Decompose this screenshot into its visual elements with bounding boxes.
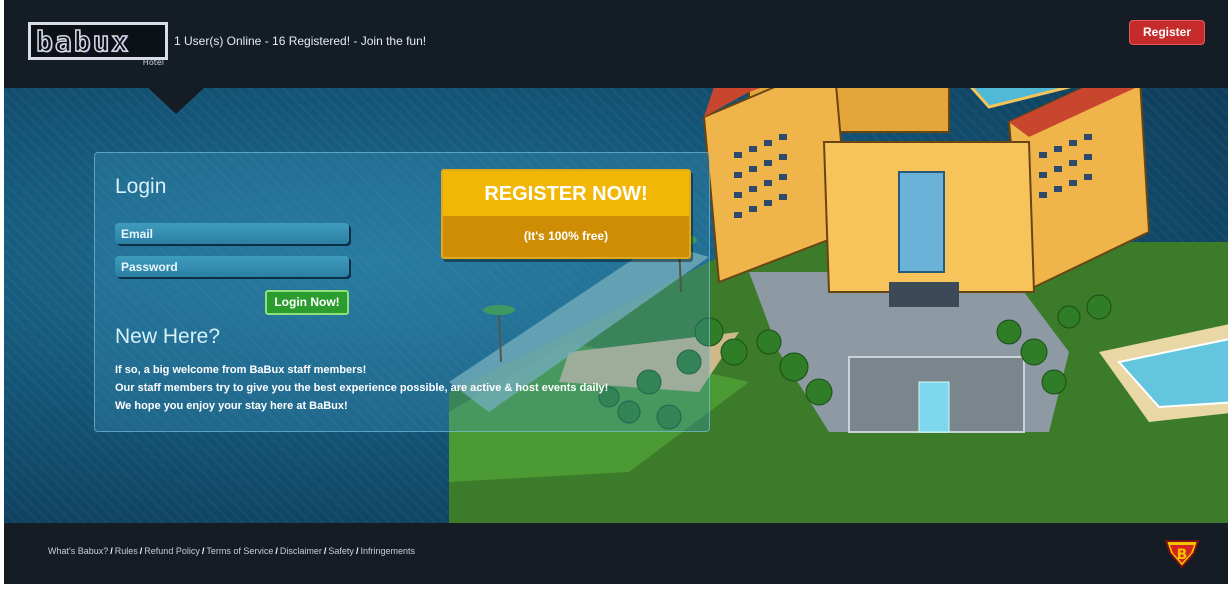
footer-link-safety[interactable]: Safety	[328, 546, 354, 556]
login-panel: Login Login Now! New Here? If so, a big …	[94, 152, 710, 432]
top-header: babux Hotel 1 User(s) Online - 16 Regist…	[4, 0, 1228, 88]
email-field[interactable]	[115, 223, 349, 244]
new-here-heading: New Here?	[115, 325, 221, 348]
footer-link-rules[interactable]: Rules	[115, 546, 138, 556]
babux-logo[interactable]: babux Hotel	[28, 22, 168, 67]
footer-link-refund-policy[interactable]: Refund Policy	[144, 546, 200, 556]
header-pointer	[146, 86, 206, 114]
register-now-title: REGISTER NOW!	[443, 171, 689, 216]
register-now-subtitle: (It's 100% free)	[523, 229, 609, 243]
logo-wordmark: babux	[35, 24, 131, 59]
password-field[interactable]	[115, 256, 349, 277]
welcome-text: If so, a big welcome from BaBux staff me…	[115, 361, 615, 415]
welcome-line: If so, a big welcome from BaBux staff me…	[115, 364, 367, 376]
footer-link-infringements[interactable]: Infringements	[360, 546, 415, 556]
page: babux Hotel 1 User(s) Online - 16 Regist…	[4, 0, 1228, 584]
footer: What's Babux? / Rules / Refund Policy / Terms …	[4, 523, 1228, 584]
footer-link-terms[interactable]: Terms of Service	[206, 546, 273, 556]
footer-links: What's Babux? / Rules / Refund Policy / Terms …	[48, 546, 415, 556]
login-heading: Login	[115, 175, 167, 198]
svg-text:B: B	[1177, 547, 1188, 563]
login-button[interactable]: Login Now!	[265, 290, 349, 315]
superhero-b-badge-icon: B	[1164, 540, 1200, 569]
footer-link-whats-babux[interactable]: What's Babux?	[48, 546, 108, 556]
welcome-line: Our staff members try to give you the be…	[115, 382, 609, 394]
logo-subtext: Hotel	[142, 58, 164, 67]
footer-link-disclaimer[interactable]: Disclaimer	[280, 546, 322, 556]
register-button[interactable]: Register	[1129, 20, 1205, 45]
online-status: 1 User(s) Online - 16 Registered! - Join…	[174, 34, 427, 48]
register-now-button[interactable]: REGISTER NOW! (It's 100% free)	[441, 169, 691, 259]
welcome-line: We hope you enjoy your stay here at BaBu…	[115, 400, 348, 412]
